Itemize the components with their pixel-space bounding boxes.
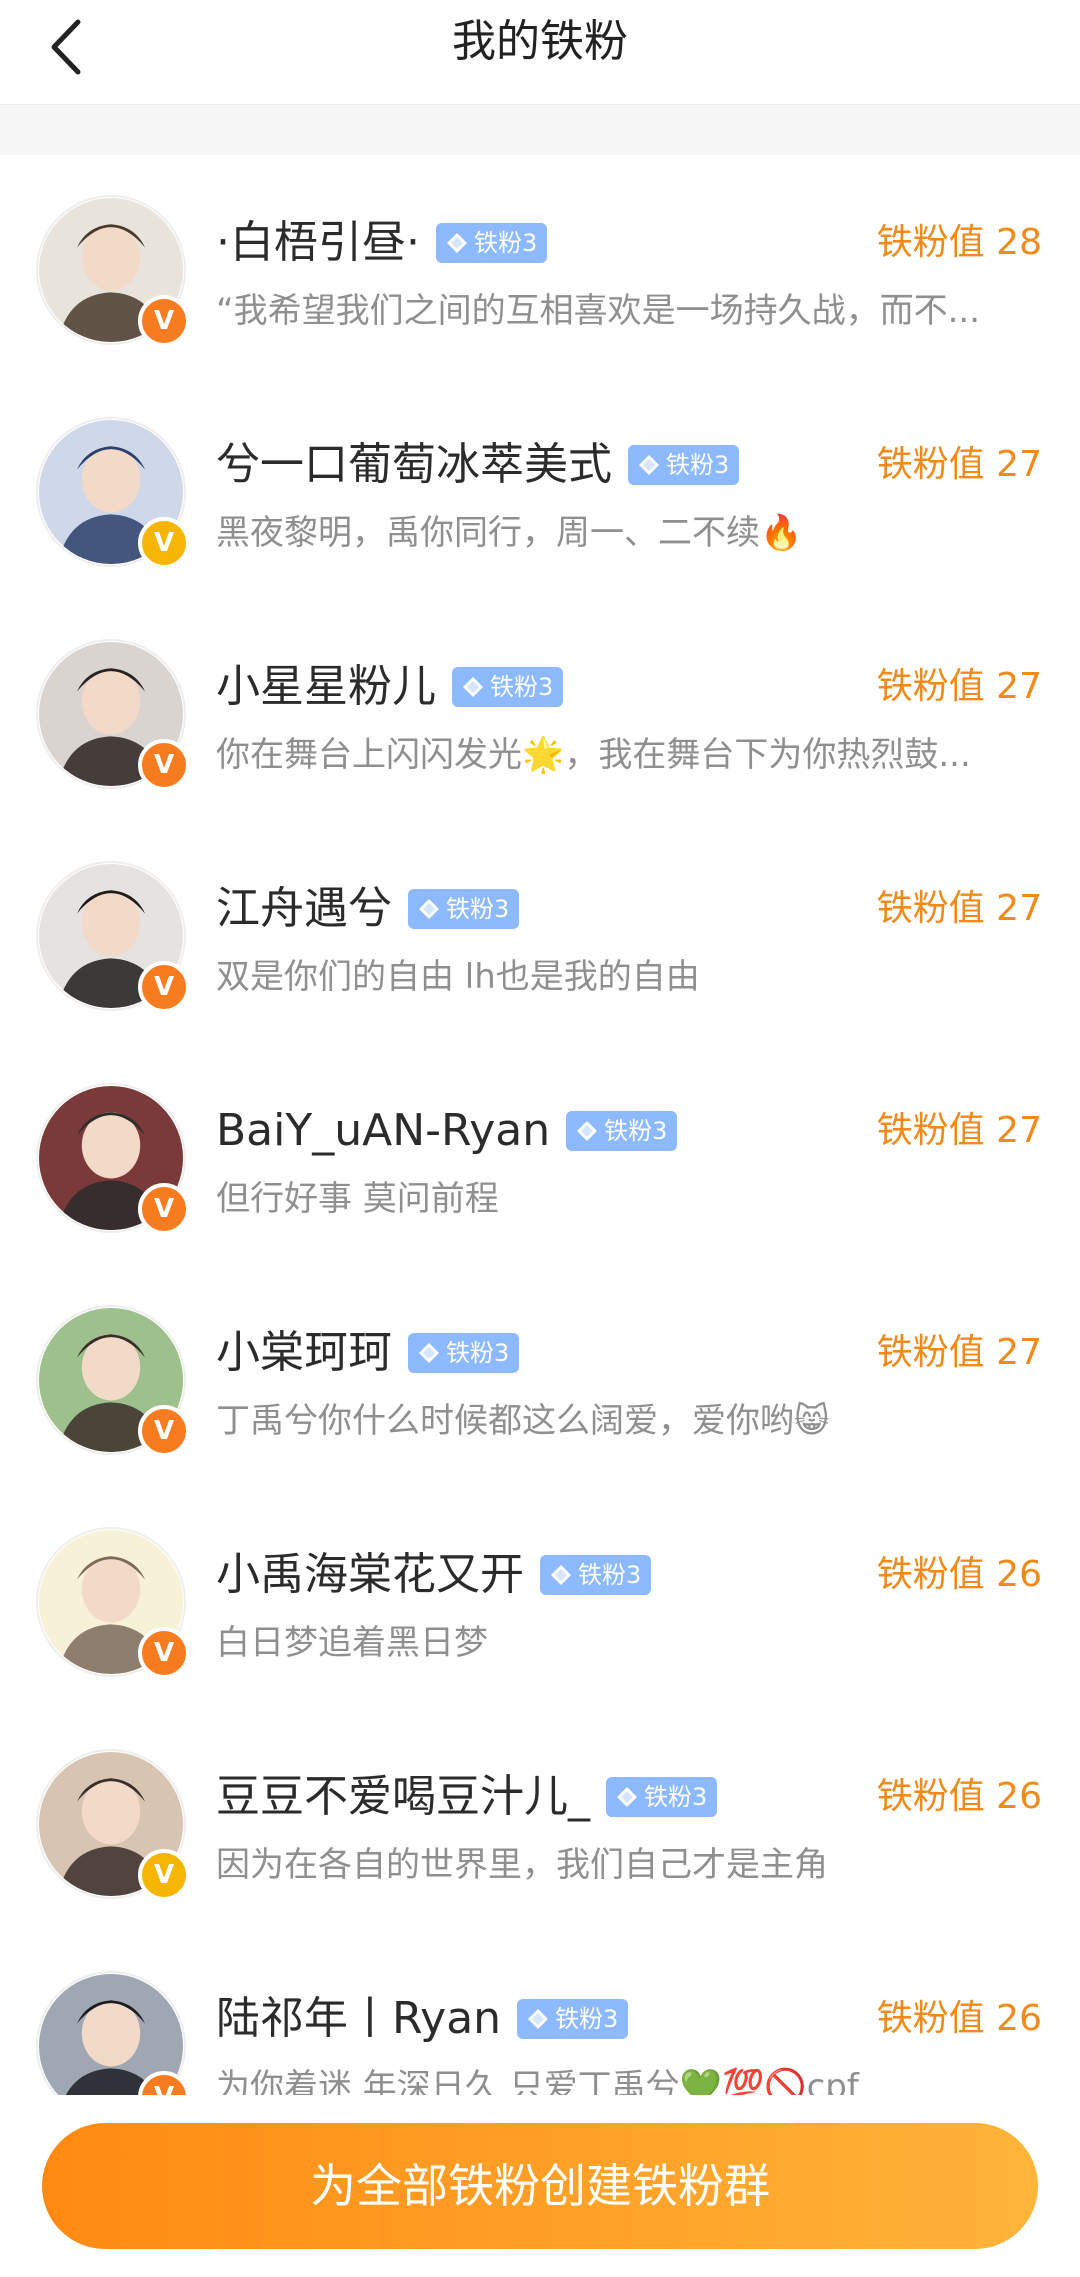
fan-name[interactable]: 小棠珂珂 铁粉3 [216, 1323, 520, 1383]
avatar-wrapper[interactable]: V [36, 1083, 190, 1235]
diamond-icon [419, 899, 439, 919]
diamond-icon [639, 455, 659, 475]
fan-score: 铁粉值 26 [876, 1998, 1042, 2039]
diamond-icon [446, 233, 467, 253]
avatar-wrapper[interactable]: V [36, 1527, 190, 1679]
fan-description: 白日梦追着黑日梦 [216, 1623, 488, 1663]
top-bar: 我的铁粉 [0, 0, 1080, 105]
diamond-icon [463, 677, 483, 697]
tier-badge: 铁粉3 [540, 1555, 652, 1595]
tier-badge: 铁粉3 [408, 1333, 520, 1373]
tier-label: 铁粉3 [578, 1561, 642, 1589]
tier-label: 铁粉3 [644, 1783, 708, 1811]
diamond-icon [551, 1565, 571, 1585]
tier-label: 铁粉3 [446, 895, 510, 923]
verified-badge-icon: V [138, 739, 190, 791]
fan-description: 因为在各自的世界里，我们自己才是主角 [216, 1845, 828, 1885]
verified-badge-icon: V [138, 1849, 190, 1901]
fan-row[interactable]: V 小棠珂珂 铁粉3 铁粉值 27 丁禹兮你什么时候都这么阔爱，爱你哟😸 [0, 1265, 1080, 1487]
verified-badge-icon: V [138, 295, 190, 347]
fan-name-text[interactable]: 小棠珂珂 [216, 1323, 392, 1383]
fan-name-text[interactable]: 陆祁年丨Ryan [216, 1989, 501, 2049]
fan-name[interactable]: BaiY_uAN-Ryan 铁粉3 [216, 1101, 678, 1161]
tier-badge: 铁粉3 [628, 445, 740, 485]
fan-name[interactable]: ·白梧引昼· 铁粉3 [216, 213, 548, 273]
fan-name-text[interactable]: ·白梧引昼· [216, 213, 420, 273]
verified-badge-icon: V [138, 1405, 190, 1457]
tier-badge: 铁粉3 [435, 223, 548, 263]
avatar-wrapper[interactable]: V [36, 861, 190, 1013]
fan-name[interactable]: 豆豆不爱喝豆汁儿_ 铁粉3 [216, 1767, 718, 1827]
fan-description: “我希望我们之间的互相喜欢是一场持久战，而不... [216, 291, 981, 331]
verified-badge-icon: V [138, 961, 190, 1013]
tier-label: 铁粉3 [446, 1339, 510, 1367]
fan-description: 双是你们的自由 lh也是我的自由 [216, 957, 700, 997]
avatar-wrapper[interactable]: V [36, 639, 190, 791]
tier-badge: 铁粉3 [408, 889, 520, 929]
tier-label: 铁粉3 [473, 229, 538, 257]
fan-name-text[interactable]: 兮一口葡萄冰萃美式 [216, 435, 612, 495]
create-fan-group-button[interactable]: 为全部铁粉创建铁粉群 [42, 2123, 1038, 2249]
section-divider [0, 105, 1080, 155]
tier-label: 铁粉3 [666, 451, 730, 479]
fan-row[interactable]: V 江舟遇兮 铁粉3 铁粉值 27 双是你们的自由 lh也是我的自由 [0, 821, 1080, 1043]
fan-row[interactable]: V 小星星粉儿 铁粉3 铁粉值 27 你在舞台上闪闪发光🌟，我在舞台下为你热烈鼓… [0, 599, 1080, 821]
diamond-icon [419, 1343, 439, 1363]
verified-badge-icon: V [138, 517, 190, 569]
verified-badge-icon: V [138, 1183, 190, 1235]
tier-badge: 铁粉3 [606, 1777, 718, 1817]
tier-label: 铁粉3 [490, 673, 554, 701]
diamond-icon [528, 2009, 549, 2029]
diamond-icon [617, 1787, 637, 1807]
fan-score: 铁粉值 27 [876, 1332, 1042, 1373]
fan-score: 铁粉值 27 [876, 666, 1042, 707]
tier-label: 铁粉3 [555, 2005, 619, 2033]
fan-row[interactable]: V 小禹海棠花又开 铁粉3 铁粉值 26 白日梦追着黑日梦 [0, 1487, 1080, 1709]
fan-name[interactable]: 江舟遇兮 铁粉3 [216, 879, 520, 939]
fan-row[interactable]: V BaiY_uAN-Ryan 铁粉3 铁粉值 27 但行好事 莫问前程 [0, 1043, 1080, 1265]
tier-badge: 铁粉3 [517, 1999, 629, 2039]
fan-description: 但行好事 莫问前程 [216, 1179, 499, 1219]
fan-name-text[interactable]: 小禹海棠花又开 [216, 1545, 524, 1605]
fan-name[interactable]: 兮一口葡萄冰萃美式 铁粉3 [216, 435, 740, 495]
fan-row[interactable]: V 豆豆不爱喝豆汁儿_ 铁粉3 铁粉值 26 因为在各自的世界里，我们自己才是主… [0, 1709, 1080, 1931]
verified-badge-icon: V [138, 1627, 190, 1679]
tier-badge: 铁粉3 [566, 1111, 678, 1151]
fan-score: 铁粉值 28 [876, 222, 1042, 263]
fan-score: 铁粉值 27 [876, 888, 1042, 929]
bottom-bar: 为全部铁粉创建铁粉群 [0, 2095, 1080, 2277]
fan-name[interactable]: 小星星粉儿 铁粉3 [216, 657, 564, 717]
avatar-wrapper[interactable]: V [36, 1749, 190, 1901]
fan-score: 铁粉值 27 [876, 1110, 1042, 1151]
avatar-wrapper[interactable]: V [36, 417, 190, 569]
tier-label: 铁粉3 [604, 1117, 668, 1145]
fan-name-text[interactable]: BaiY_uAN-Ryan [216, 1101, 550, 1161]
fan-name-text[interactable]: 豆豆不爱喝豆汁儿_ [216, 1767, 590, 1827]
fan-name-text[interactable]: 小星星粉儿 [216, 657, 436, 717]
fan-description: 你在舞台上闪闪发光🌟，我在舞台下为你热烈鼓... [216, 735, 971, 775]
tier-badge: 铁粉3 [452, 667, 564, 707]
avatar-wrapper[interactable]: V [36, 1305, 190, 1457]
fan-description: 黑夜黎明，禹你同行，周一、二不续🔥 [216, 513, 803, 553]
fan-row[interactable]: V 兮一口葡萄冰萃美式 铁粉3 铁粉值 27 黑夜黎明，禹你同行，周一、二不续🔥 [0, 377, 1080, 599]
fan-score: 铁粉值 26 [876, 1554, 1042, 1595]
fan-list: V ·白梧引昼· 铁粉3 铁粉值 28 “我希望我们之间的互相喜欢是一场持久战，… [0, 155, 1080, 2153]
fan-name[interactable]: 小禹海棠花又开 铁粉3 [216, 1545, 652, 1605]
fan-score: 铁粉值 26 [876, 1776, 1042, 1817]
page-title: 我的铁粉 [452, 16, 628, 67]
fan-row[interactable]: V ·白梧引昼· 铁粉3 铁粉值 28 “我希望我们之间的互相喜欢是一场持久战，… [0, 155, 1080, 377]
avatar-wrapper[interactable]: V [36, 195, 190, 347]
fan-description: 丁禹兮你什么时候都这么阔爱，爱你哟😸 [216, 1401, 830, 1441]
diamond-icon [577, 1121, 598, 1141]
fan-name-text[interactable]: 江舟遇兮 [216, 879, 392, 939]
fan-name[interactable]: 陆祁年丨Ryan 铁粉3 [216, 1989, 629, 2049]
fan-score: 铁粉值 27 [876, 444, 1042, 485]
